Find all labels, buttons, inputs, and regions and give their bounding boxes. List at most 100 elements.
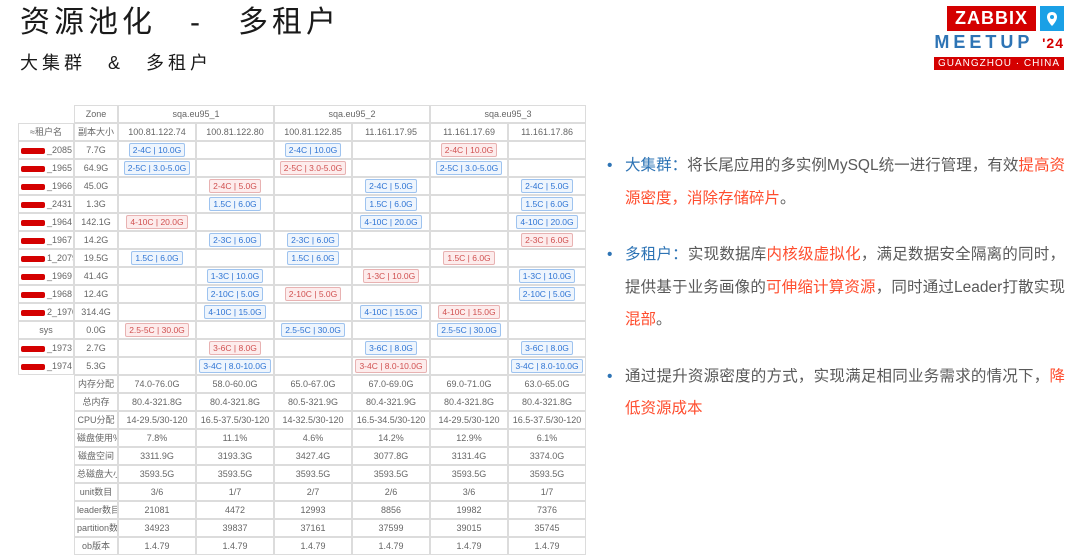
- alloc-cell-empty: [508, 249, 586, 267]
- footer-value: 3593.5G: [274, 465, 352, 483]
- tenant-header: ≈租户名: [18, 123, 74, 141]
- alloc-cell: 1.5C | 6.0G: [430, 249, 508, 267]
- alloc-cell: 2-4C | 5.0G: [352, 177, 430, 195]
- alloc-cell: 2-4C | 10.0G: [274, 141, 352, 159]
- tenant-name: 1_2079: [18, 249, 74, 267]
- footer-value: 58.0-60.0G: [196, 375, 274, 393]
- tenant-name: _1969: [18, 267, 74, 285]
- alloc-cell-empty: [352, 321, 430, 339]
- footer-value: 35745: [508, 519, 586, 537]
- alloc-cell: 2-10C | 5.0G: [274, 285, 352, 303]
- alloc-cell: 1-3C | 10.0G: [352, 267, 430, 285]
- logo-year: '24: [1042, 35, 1064, 51]
- alloc-cell-empty: [274, 267, 352, 285]
- footer-value: 7.8%: [118, 429, 196, 447]
- footer-value: 1.4.79: [274, 537, 352, 555]
- alloc-cell-empty: [430, 267, 508, 285]
- tenant-size: 142.1G: [74, 213, 118, 231]
- footer-value: 7376: [508, 501, 586, 519]
- footer-value: 3593.5G: [118, 465, 196, 483]
- resource-table: Zonesqa.eu95_1sqa.eu95_2sqa.eu95_3≈租户名副本…: [18, 105, 586, 555]
- footer-value: 63.0-65.0G: [508, 375, 586, 393]
- tenant-name: _1973: [18, 339, 74, 357]
- tenant-size: 14.2G: [74, 231, 118, 249]
- footer-value: 3077.8G: [352, 447, 430, 465]
- tenant-size: 45.0G: [74, 177, 118, 195]
- alloc-cell-empty: [118, 357, 196, 375]
- pin-icon: [1040, 6, 1064, 31]
- alloc-cell: 4-10C | 20.0G: [508, 213, 586, 231]
- footer-value: 14-32.5/30-120: [274, 411, 352, 429]
- footer-value: 74.0-76.0G: [118, 375, 196, 393]
- body-text: 大集群：将长尾应用的多实例MySQL统一进行管理，有效提高资源密度，消除存储碎片…: [605, 150, 1065, 450]
- tenant-size: 5.3G: [74, 357, 118, 375]
- footer-value: 37161: [274, 519, 352, 537]
- footer-value: 80.4-321.8G: [430, 393, 508, 411]
- footer-value: 39015: [430, 519, 508, 537]
- zone-cell: sqa.eu95_2: [274, 105, 430, 123]
- footer-value: 39837: [196, 519, 274, 537]
- alloc-cell: 1-3C | 10.0G: [508, 267, 586, 285]
- footer-value: 14-29.5/30-120: [118, 411, 196, 429]
- alloc-cell-empty: [430, 339, 508, 357]
- tenant-size: 64.9G: [74, 159, 118, 177]
- footer-label: unit数目: [74, 483, 118, 501]
- alloc-cell: 1.5C | 6.0G: [118, 249, 196, 267]
- tenant-name: _2085: [18, 141, 74, 159]
- bullet-item: 大集群：将长尾应用的多实例MySQL统一进行管理，有效提高资源密度，消除存储碎片…: [605, 150, 1065, 215]
- alloc-cell-empty: [352, 285, 430, 303]
- footer-value: 14-29.5/30-120: [430, 411, 508, 429]
- footer-value: 80.4-321.8G: [118, 393, 196, 411]
- tenant-size: 7.7G: [74, 141, 118, 159]
- alloc-cell-empty: [352, 249, 430, 267]
- footer-value: 1.4.79: [118, 537, 196, 555]
- alloc-cell-empty: [196, 141, 274, 159]
- footer-value: 3193.3G: [196, 447, 274, 465]
- footer-value: 3593.5G: [430, 465, 508, 483]
- footer-label: 总磁盘大小: [74, 465, 118, 483]
- footer-label: 总内存: [74, 393, 118, 411]
- alloc-cell-empty: [430, 285, 508, 303]
- alloc-cell: 2-4C | 5.0G: [196, 177, 274, 195]
- alloc-cell: 1.5C | 6.0G: [508, 195, 586, 213]
- footer-value: 65.0-67.0G: [274, 375, 352, 393]
- bullet-item: 通过提升资源密度的方式，实现满足相同业务需求的情况下，降低资源成本: [605, 361, 1065, 426]
- footer-value: 1.4.79: [430, 537, 508, 555]
- host-cell: 11.161.17.95: [352, 123, 430, 141]
- alloc-cell: 2.5-5C | 30.0G: [118, 321, 196, 339]
- alloc-cell-empty: [274, 177, 352, 195]
- footer-label: 内存分配: [74, 375, 118, 393]
- tenant-name: _1967: [18, 231, 74, 249]
- footer-value: 34923: [118, 519, 196, 537]
- alloc-cell: 2-4C | 10.0G: [118, 141, 196, 159]
- footer-value: 3131.4G: [430, 447, 508, 465]
- logo-zabbix-text: ZABBIX: [947, 6, 1036, 31]
- alloc-cell-empty: [274, 195, 352, 213]
- footer-label: partition数量: [74, 519, 118, 537]
- alloc-cell: 1-3C | 10.0G: [196, 267, 274, 285]
- alloc-cell-empty: [118, 231, 196, 249]
- alloc-cell-empty: [508, 321, 586, 339]
- footer-value: 21081: [118, 501, 196, 519]
- alloc-cell: 3-6C | 8.0G: [196, 339, 274, 357]
- alloc-cell: 2-3C | 6.0G: [508, 231, 586, 249]
- footer-value: 3/6: [430, 483, 508, 501]
- alloc-cell-empty: [352, 159, 430, 177]
- logo-block: ZABBIX MEETUP '24 GUANGZHOU · CHINA: [934, 6, 1064, 71]
- tenant-name: _1964: [18, 213, 74, 231]
- alloc-cell: 2-4C | 10.0G: [430, 141, 508, 159]
- footer-value: 12993: [274, 501, 352, 519]
- alloc-cell: 2-5C | 3.0-5.0G: [430, 159, 508, 177]
- tenant-name: _1965: [18, 159, 74, 177]
- footer-value: 80.4-321.8G: [196, 393, 274, 411]
- alloc-cell-empty: [508, 303, 586, 321]
- host-cell: 11.161.17.69: [430, 123, 508, 141]
- footer-value: 80.5-321.9G: [274, 393, 352, 411]
- footer-label: CPU分配: [74, 411, 118, 429]
- tenant-name: 2_1970: [18, 303, 74, 321]
- footer-value: 3593.5G: [352, 465, 430, 483]
- tenant-size: 314.4G: [74, 303, 118, 321]
- alloc-cell: 4-10C | 15.0G: [430, 303, 508, 321]
- alloc-cell-empty: [196, 159, 274, 177]
- alloc-cell: 2-10C | 5.0G: [196, 285, 274, 303]
